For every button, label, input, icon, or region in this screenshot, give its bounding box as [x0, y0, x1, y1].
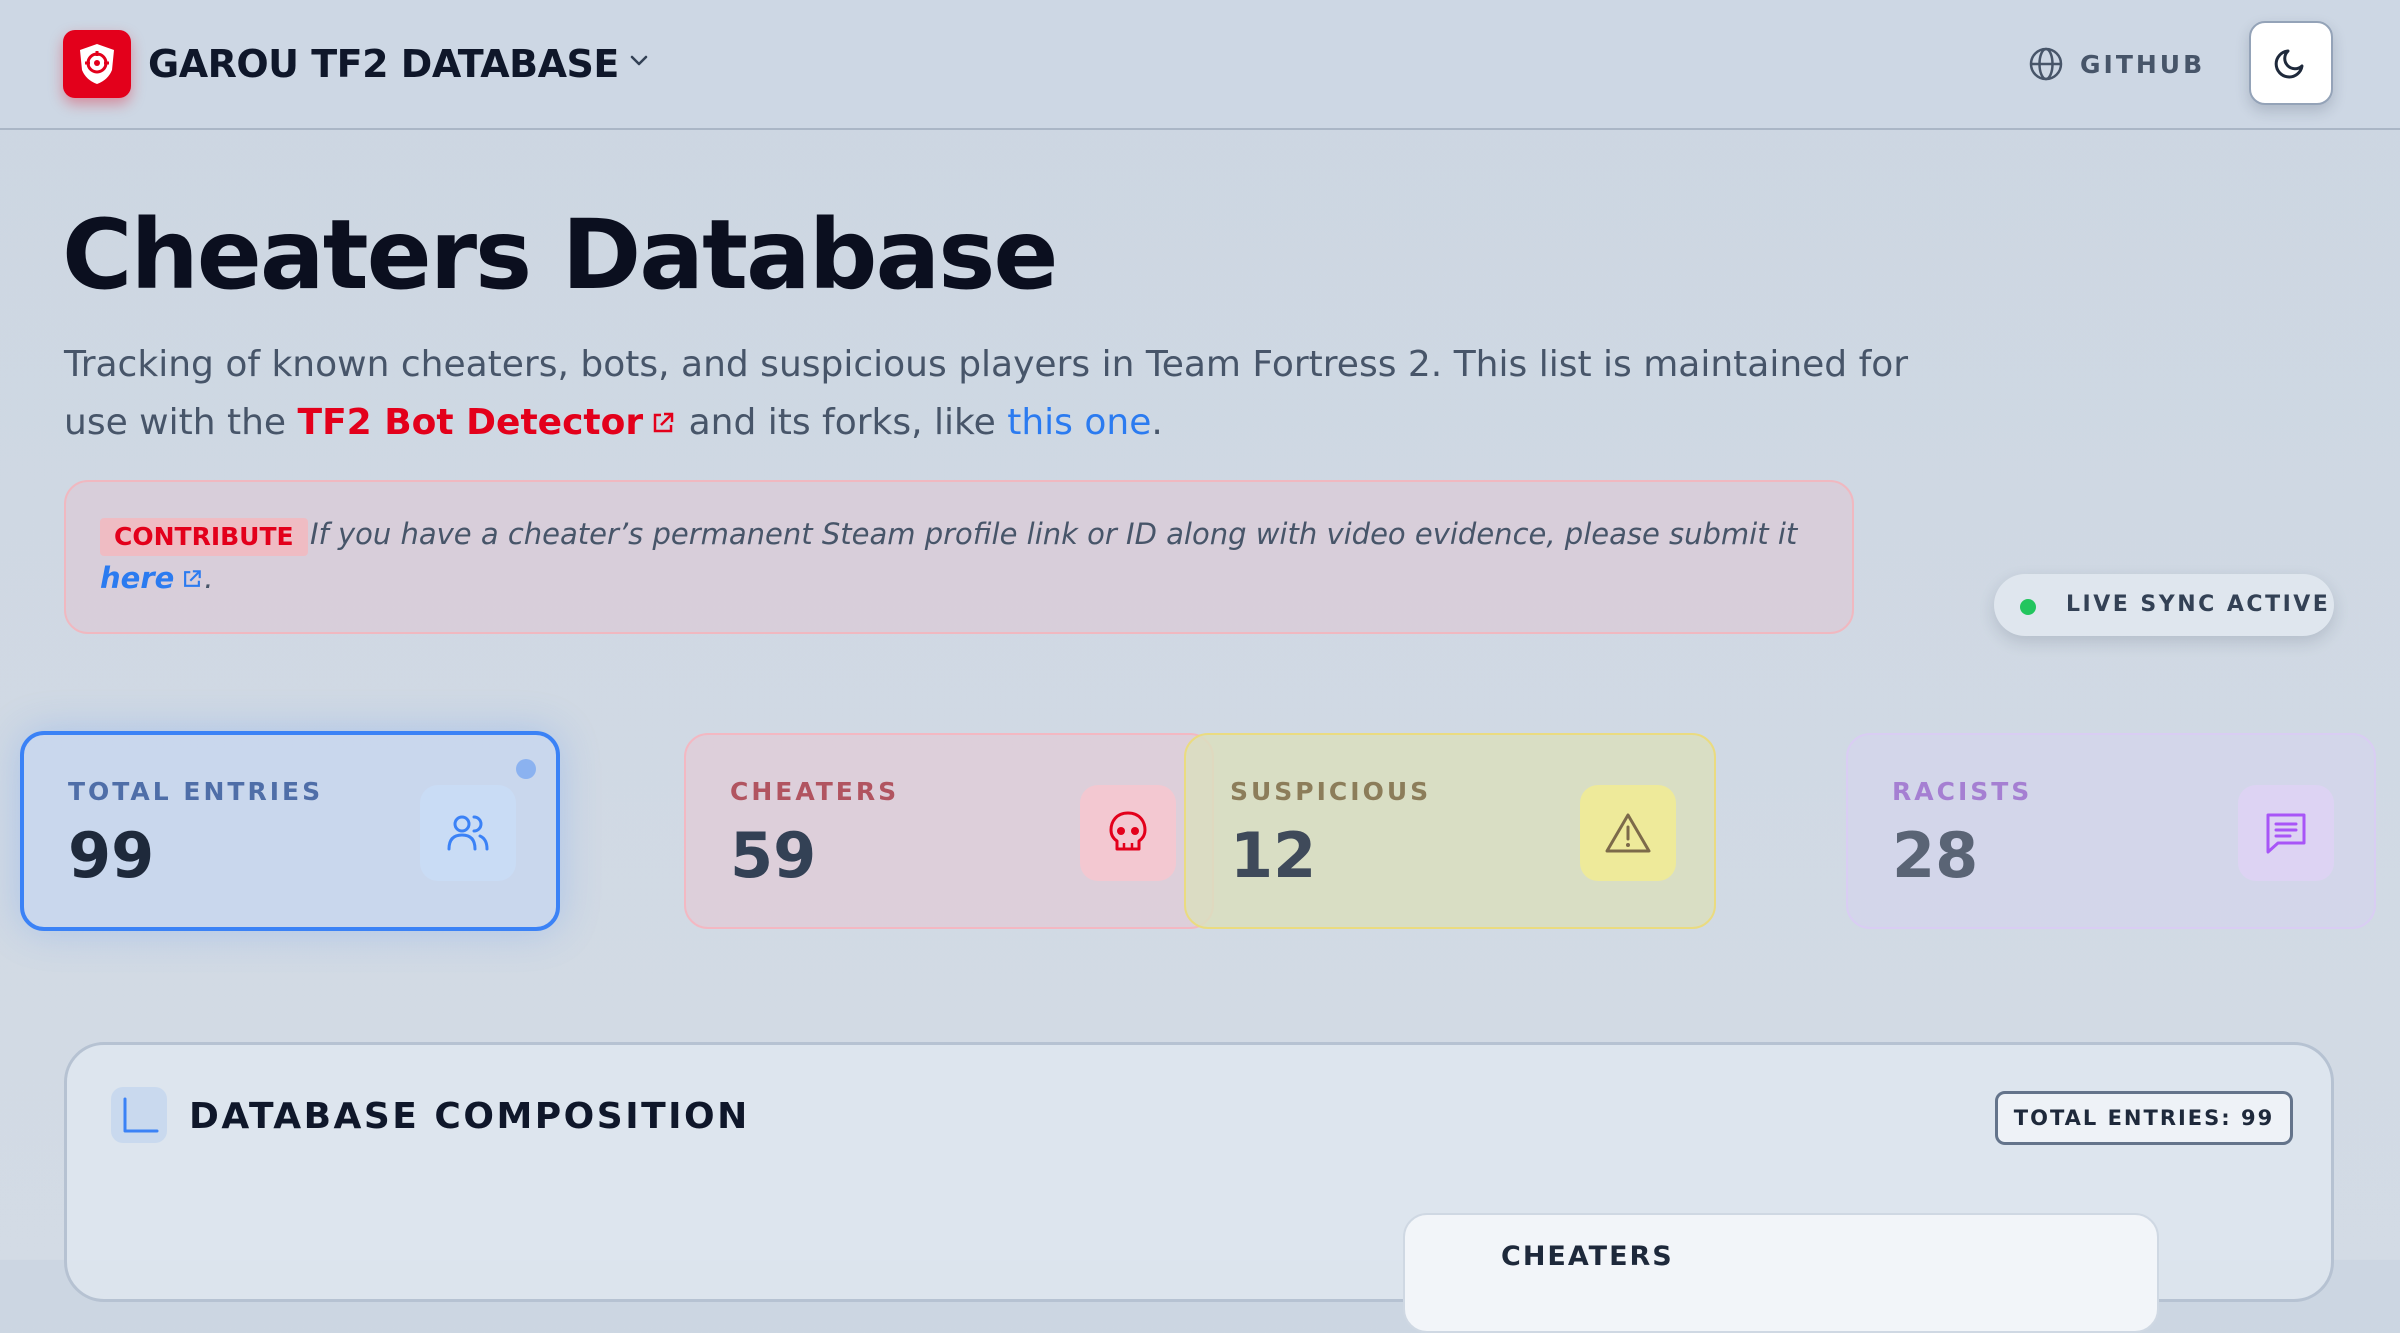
shield-logo-icon[interactable]	[63, 30, 131, 98]
moon-icon	[2274, 49, 2304, 79]
intro-part2: and its forks, like	[677, 402, 1008, 443]
stat-value: 12	[1230, 819, 1317, 892]
database-composition-panel: DATABASE COMPOSITION TOTAL ENTRIES: 99 C…	[64, 1042, 2334, 1333]
contribute-text: If you have a cheater’s permanent Steam …	[100, 512, 1830, 600]
stat-label: CHEATERS	[730, 777, 900, 806]
submit-here-label: here	[100, 561, 175, 595]
stat-label: SUSPICIOUS	[1230, 777, 1432, 806]
legend-label: CHEATERS	[1501, 1241, 1674, 1272]
fork-link[interactable]: this one	[1007, 402, 1151, 443]
stat-card-cheaters[interactable]: CHEATERS 59	[684, 733, 1214, 929]
external-link-icon	[184, 570, 202, 587]
chevron-down-icon[interactable]	[628, 50, 650, 76]
panel-title: DATABASE COMPOSITION	[189, 1096, 750, 1137]
total-entries-badge: TOTAL ENTRIES: 99	[1995, 1091, 2293, 1145]
stat-value: 28	[1892, 819, 1979, 892]
active-indicator-dot	[516, 759, 536, 779]
intro-text: Tracking of known cheaters, bots, and su…	[64, 336, 1924, 452]
stat-value: 99	[68, 819, 155, 892]
globe-icon	[2029, 47, 2063, 81]
users-icon	[420, 785, 516, 881]
contribute-message: If you have a cheater’s permanent Steam …	[310, 517, 1798, 551]
legend-item-cheaters[interactable]: CHEATERS	[1403, 1213, 2159, 1333]
live-status-dot	[2020, 599, 2036, 615]
external-link-icon	[653, 412, 674, 433]
submit-here-link[interactable]: here	[100, 561, 204, 595]
stat-card-total-entries[interactable]: TOTAL ENTRIES 99	[20, 731, 560, 931]
top-navbar: GAROU TF2 DATABASE GITHUB	[0, 0, 2400, 130]
chart-axis-icon	[111, 1087, 167, 1143]
intro-part3: .	[1151, 402, 1163, 443]
contribute-banner: CONTRIBUTE If you have a cheater’s perma…	[64, 480, 1854, 634]
warning-icon	[1580, 785, 1676, 881]
github-label: GITHUB	[2080, 49, 2206, 79]
stat-value: 59	[730, 819, 817, 892]
chat-icon	[2238, 785, 2334, 881]
stat-card-racists[interactable]: RACISTS 28	[1846, 733, 2376, 929]
stat-label: TOTAL ENTRIES	[68, 777, 324, 806]
github-link[interactable]: GITHUB	[2028, 42, 2205, 86]
stat-card-suspicious[interactable]: SUSPICIOUS 12	[1184, 733, 1716, 929]
brand-title[interactable]: GAROU TF2 DATABASE	[148, 36, 619, 92]
stat-label: RACISTS	[1892, 777, 2033, 806]
live-sync-indicator: LIVE SYNC ACTIVE	[1994, 574, 2334, 636]
bot-detector-link[interactable]: TF2 Bot Detector	[298, 402, 678, 443]
skull-icon	[1080, 785, 1176, 881]
theme-toggle-button[interactable]	[2249, 21, 2333, 105]
contribute-end: .	[204, 561, 214, 595]
live-sync-label: LIVE SYNC ACTIVE	[2066, 592, 2331, 617]
page-title: Cheaters Database	[62, 199, 1058, 311]
bot-detector-link-label: TF2 Bot Detector	[297, 402, 644, 443]
